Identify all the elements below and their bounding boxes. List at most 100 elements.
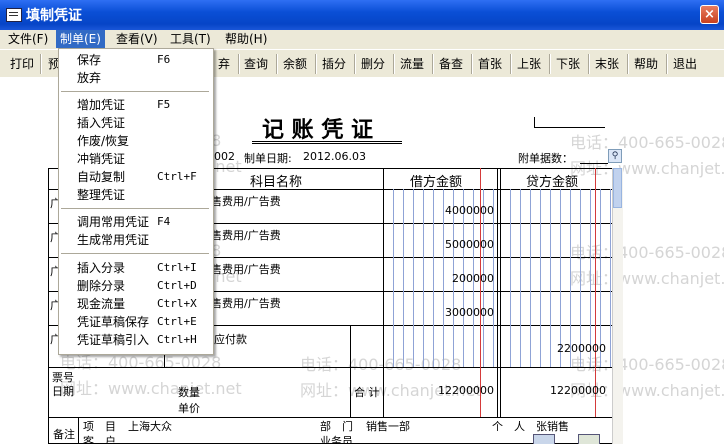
- menu-item-label: 调用常用凭证: [77, 215, 150, 229]
- toolbar-separator: [549, 54, 551, 74]
- debit-header: 借方金额: [410, 175, 463, 190]
- debit-cell[interactable]: 200000: [424, 272, 494, 285]
- toolbar-query-button[interactable]: 查询: [244, 55, 268, 73]
- menu-item-insert-entry[interactable]: 插入分录 Ctrl+I: [59, 259, 211, 277]
- menu-item-label: 作废/恢复: [77, 134, 130, 148]
- scrollbar-thumb[interactable]: [613, 168, 622, 208]
- search-icon[interactable]: ⚲: [608, 149, 622, 163]
- toolbar-separator: [354, 54, 356, 74]
- toolbar-separator: [393, 54, 395, 74]
- grid-line: [78, 417, 79, 444]
- menu-file[interactable]: 文件(F): [4, 30, 52, 48]
- toolbar-print-button[interactable]: 打印: [10, 55, 34, 73]
- toolbar-balance-button[interactable]: 余额: [283, 55, 307, 73]
- menu-item-save-draft[interactable]: 凭证草稿保存 Ctrl+E: [59, 313, 211, 331]
- debit-cell[interactable]: 4000000: [424, 204, 494, 217]
- subject-cell[interactable]: 应付款: [214, 331, 247, 347]
- toolbar-separator: [471, 54, 473, 74]
- toolbar-help-button[interactable]: 帮助: [634, 55, 658, 73]
- menu-item-label: 增加凭证: [77, 98, 126, 112]
- menu-item-create-common-voucher[interactable]: 生成常用凭证: [59, 231, 211, 249]
- credit-cell[interactable]: 2200000: [536, 342, 606, 355]
- vertical-scrollbar[interactable]: [612, 168, 623, 444]
- menu-item-organize-voucher[interactable]: 整理凭证: [59, 186, 211, 204]
- menu-item-add-voucher[interactable]: 增加凭证 F5: [59, 96, 211, 114]
- remark-label: 备注: [53, 428, 75, 441]
- toolbar-separator: [276, 54, 278, 74]
- bill-date-label: 日期: [52, 385, 74, 398]
- menu-item-shortcut: Ctrl+F: [157, 170, 197, 183]
- toolbar-exit-button[interactable]: 退出: [673, 55, 697, 73]
- toolbar-last-button[interactable]: 末张: [595, 55, 619, 73]
- remark-icon[interactable]: [578, 434, 600, 444]
- menu-item-reverse-voucher[interactable]: 冲销凭证: [59, 150, 211, 168]
- menu-item-label: 删除分录: [77, 279, 126, 293]
- menu-item-shortcut: Ctrl+I: [157, 261, 197, 274]
- remark-icon[interactable]: [533, 434, 555, 444]
- voucher-menu-dropdown: 保存 F6 放弃 增加凭证 F5 插入凭证 作废/恢复 冲销凭证 自动复制 Ctrl+…: [58, 48, 214, 355]
- toolbar-cashflow-button[interactable]: 流量: [400, 55, 424, 73]
- person-value[interactable]: 张销售: [536, 418, 569, 434]
- voucher-number: 002: [214, 150, 235, 163]
- menu-item-shortcut: F4: [157, 215, 171, 228]
- menu-item-label: 插入凭证: [77, 116, 126, 130]
- window-title: 填制凭证: [26, 8, 82, 24]
- title-bar: 填制凭证 ×: [0, 0, 724, 30]
- menu-item-label: 冲销凭证: [77, 152, 126, 166]
- toolbar-delete-entry-button[interactable]: 删分: [361, 55, 385, 73]
- toolbar-next-button[interactable]: 下张: [556, 55, 580, 73]
- menu-item-delete-entry[interactable]: 删除分录 Ctrl+D: [59, 277, 211, 295]
- subject-header: 科目名称: [250, 175, 303, 190]
- grid-line: [48, 367, 613, 368]
- attachments-label: 附单据数：: [518, 152, 573, 165]
- item-value[interactable]: 上海大众: [128, 418, 172, 434]
- menu-item-cash-flow[interactable]: 现金流量 Ctrl+X: [59, 295, 211, 313]
- close-button[interactable]: ×: [700, 5, 719, 24]
- menu-item-label: 保存: [77, 53, 102, 67]
- menu-voucher[interactable]: 制单(E): [56, 30, 105, 48]
- menu-item-label: 凭证草稿引入: [77, 333, 150, 347]
- toolbar-separator: [510, 54, 512, 74]
- dept-value[interactable]: 销售一部: [366, 418, 410, 434]
- menu-item-label: 整理凭证: [77, 188, 126, 202]
- debit-cell[interactable]: 5000000: [424, 238, 494, 251]
- menu-item-void-restore[interactable]: 作废/恢复: [59, 132, 211, 150]
- menu-item-insert-voucher[interactable]: 插入凭证: [59, 114, 211, 132]
- menu-view[interactable]: 查看(V): [112, 30, 162, 48]
- grid-line: [497, 168, 498, 417]
- toolbar-prev-button[interactable]: 上张: [517, 55, 541, 73]
- menu-item-label: 现金流量: [77, 297, 126, 311]
- menu-item-shortcut: Ctrl+X: [157, 297, 197, 310]
- voucher-date[interactable]: 2012.06.03: [303, 150, 366, 163]
- menu-item-shortcut: F5: [157, 98, 171, 111]
- voucher-corner-mark: [534, 117, 605, 128]
- toolbar-first-button[interactable]: 首张: [478, 55, 502, 73]
- menu-item-save[interactable]: 保存 F6: [59, 51, 211, 69]
- toolbar-separator: [315, 54, 317, 74]
- title-underline: [252, 141, 402, 142]
- toolbar-separator: [432, 54, 434, 74]
- menu-item-shortcut: Ctrl+E: [157, 315, 197, 328]
- menu-item-discard[interactable]: 放弃: [59, 69, 211, 87]
- credit-header: 贷方金额: [526, 175, 579, 190]
- menu-tools[interactable]: 工具(T): [166, 30, 215, 48]
- toolbar-memo-button[interactable]: 备查: [439, 55, 463, 73]
- menu-separator: [61, 208, 209, 209]
- menu-item-use-common-voucher[interactable]: 调用常用凭证 F4: [59, 213, 211, 231]
- menu-item-auto-copy[interactable]: 自动复制 Ctrl+F: [59, 168, 211, 186]
- app-icon: [6, 8, 22, 22]
- total-label: 合 计: [354, 386, 380, 399]
- toolbar-insert-entry-button[interactable]: 插分: [322, 55, 346, 73]
- menu-item-import-draft[interactable]: 凭证草稿引入 Ctrl+H: [59, 331, 211, 349]
- menu-item-shortcut: Ctrl+D: [157, 279, 197, 292]
- dept-label: 部 门: [320, 420, 353, 433]
- attachments-field[interactable]: [580, 163, 608, 164]
- menu-bar: 文件(F) 制单(E) 查看(V) 工具(T) 帮助(H): [0, 30, 724, 48]
- debit-cell[interactable]: 3000000: [424, 306, 494, 319]
- toolbar-separator: [627, 54, 629, 74]
- menu-help[interactable]: 帮助(H): [221, 30, 271, 48]
- menu-separator: [61, 253, 209, 254]
- toolbar-discard-button[interactable]: 弃: [218, 55, 230, 73]
- menu-item-label: 生成常用凭证: [77, 233, 150, 247]
- item-label: 项 目: [83, 420, 116, 433]
